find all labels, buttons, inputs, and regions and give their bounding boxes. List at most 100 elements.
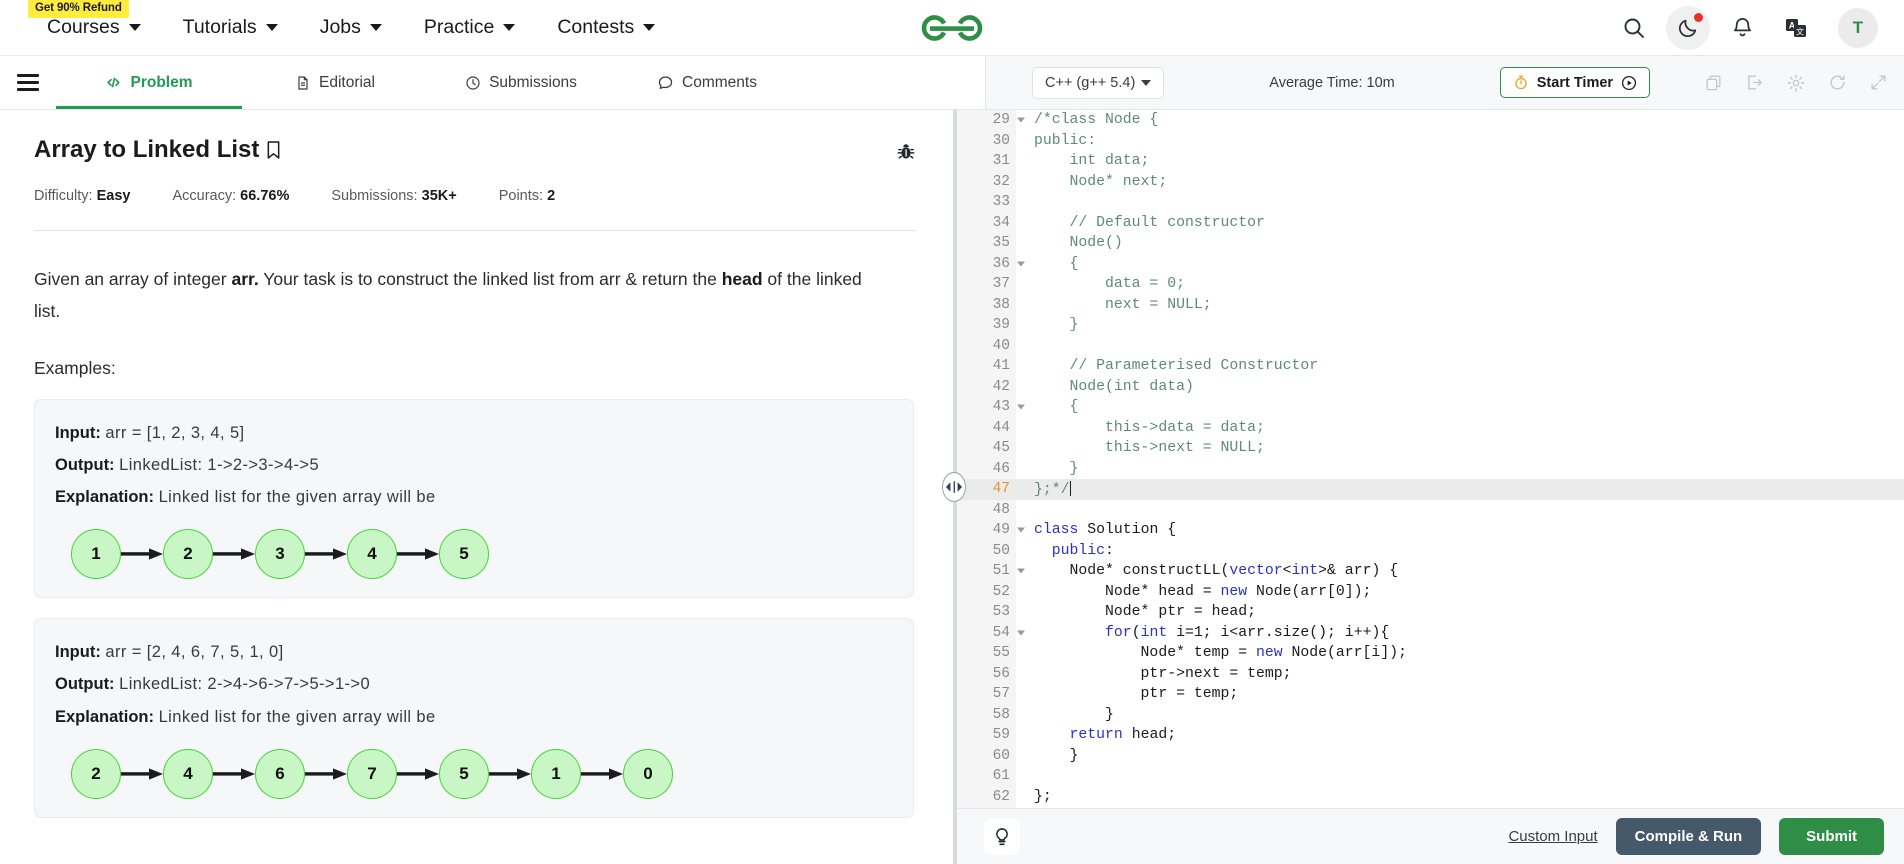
compile-and-run-button[interactable]: Compile & Run — [1616, 818, 1762, 855]
code-line[interactable]: 50 public: — [954, 541, 1904, 562]
line-content[interactable]: int data; — [1016, 151, 1904, 172]
geeksforgeeks-logo[interactable] — [919, 0, 985, 56]
fold-arrow-icon[interactable] — [1017, 118, 1025, 123]
custom-input-link[interactable]: Custom Input — [1508, 828, 1597, 845]
line-content[interactable] — [1016, 500, 1904, 521]
code-line[interactable]: 45 this->next = NULL; — [954, 438, 1904, 459]
nav-item-tutorials[interactable]: Tutorials — [162, 0, 299, 56]
search-icon[interactable] — [1612, 6, 1656, 50]
code-line[interactable]: 58 } — [954, 705, 1904, 726]
reset-icon[interactable] — [1828, 73, 1847, 92]
copy-icon[interactable] — [1704, 73, 1723, 92]
code-line[interactable]: 36 { — [954, 254, 1904, 275]
code-line[interactable]: 49class Solution { — [954, 520, 1904, 541]
line-content[interactable]: } — [1016, 746, 1904, 767]
line-content[interactable]: } — [1016, 705, 1904, 726]
hamburger-menu-icon[interactable] — [0, 56, 56, 109]
fold-arrow-icon[interactable] — [1017, 528, 1025, 533]
code-line[interactable]: 32 Node* next; — [954, 172, 1904, 193]
code-line[interactable]: 30public: — [954, 131, 1904, 152]
code-line[interactable]: 31 int data; — [954, 151, 1904, 172]
code-line[interactable]: 33 — [954, 192, 1904, 213]
code-line[interactable]: 42 Node(int data) — [954, 377, 1904, 398]
code-line[interactable]: 56 ptr->next = temp; — [954, 664, 1904, 685]
code-line[interactable]: 54 for(int i=1; i<arr.size(); i++){ — [954, 623, 1904, 644]
settings-gear-icon[interactable] — [1786, 73, 1806, 93]
line-content[interactable]: next = NULL; — [1016, 295, 1904, 316]
fold-arrow-icon[interactable] — [1017, 630, 1025, 635]
bug-report-icon[interactable] — [895, 141, 917, 168]
line-content[interactable]: };*/ — [1016, 479, 1904, 500]
line-content[interactable] — [1016, 766, 1904, 787]
code-line[interactable]: 41 // Parameterised Constructor — [954, 356, 1904, 377]
fold-arrow-icon[interactable] — [1017, 405, 1025, 410]
line-content[interactable]: this->next = NULL; — [1016, 438, 1904, 459]
bookmark-icon[interactable] — [266, 140, 281, 160]
code-line[interactable]: 61 — [954, 766, 1904, 787]
tab-submissions[interactable]: Submissions — [428, 56, 614, 109]
line-content[interactable]: Node* constructLL(vector<int>& arr) { — [1016, 561, 1904, 582]
line-content[interactable]: Node* ptr = head; — [1016, 602, 1904, 623]
nav-item-contests[interactable]: Contests — [536, 0, 676, 56]
fold-arrow-icon[interactable] — [1017, 261, 1025, 266]
line-content[interactable]: /*class Node { — [1016, 110, 1904, 131]
line-content[interactable]: ptr = temp; — [1016, 684, 1904, 705]
line-content[interactable]: ptr->next = temp; — [1016, 664, 1904, 685]
code-line[interactable]: 53 Node* ptr = head; — [954, 602, 1904, 623]
nav-item-practice[interactable]: Practice — [403, 0, 536, 56]
dark-mode-toggle-icon[interactable] — [1666, 6, 1710, 50]
line-content[interactable]: for(int i=1; i<arr.size(); i++){ — [1016, 623, 1904, 644]
tab-comments[interactable]: Comments — [614, 56, 800, 109]
nav-item-jobs[interactable]: Jobs — [299, 0, 403, 56]
code-line[interactable]: 29/*class Node { — [954, 110, 1904, 131]
line-content[interactable]: Node* head = new Node(arr[0]); — [1016, 582, 1904, 603]
line-content[interactable]: public: — [1016, 541, 1904, 562]
code-line[interactable]: 34 // Default constructor — [954, 213, 1904, 234]
line-content[interactable]: } — [1016, 459, 1904, 480]
submit-button[interactable]: Submit — [1779, 818, 1884, 855]
line-content[interactable]: data = 0; — [1016, 274, 1904, 295]
code-line[interactable]: 37 data = 0; — [954, 274, 1904, 295]
code-line[interactable]: 51 Node* constructLL(vector<int>& arr) { — [954, 561, 1904, 582]
tab-problem[interactable]: Problem — [56, 56, 242, 109]
line-content[interactable]: return head; — [1016, 725, 1904, 746]
line-content[interactable] — [1016, 192, 1904, 213]
code-line[interactable]: 38 next = NULL; — [954, 295, 1904, 316]
fold-arrow-icon[interactable] — [1017, 569, 1025, 574]
pane-resize-handle[interactable] — [947, 110, 961, 864]
code-line[interactable]: 47};*/ — [954, 479, 1904, 500]
line-content[interactable]: class Solution { — [1016, 520, 1904, 541]
expand-icon[interactable] — [1869, 73, 1888, 92]
code-line[interactable]: 55 Node* temp = new Node(arr[i]); — [954, 643, 1904, 664]
fullscreen-exit-icon[interactable] — [1745, 73, 1764, 92]
code-line[interactable]: 46 } — [954, 459, 1904, 480]
line-content[interactable]: { — [1016, 397, 1904, 418]
code-line[interactable]: 57 ptr = temp; — [954, 684, 1904, 705]
line-content[interactable]: // Parameterised Constructor — [1016, 356, 1904, 377]
line-content[interactable]: { — [1016, 254, 1904, 275]
code-line[interactable]: 39 } — [954, 315, 1904, 336]
code-line[interactable]: 62}; — [954, 787, 1904, 808]
code-line[interactable]: 60 } — [954, 746, 1904, 767]
code-line[interactable]: 43 { — [954, 397, 1904, 418]
tab-editorial[interactable]: Editorial — [242, 56, 428, 109]
language-selector[interactable]: C++ (g++ 5.4) — [1032, 67, 1164, 99]
code-line[interactable]: 63↔// } Driver Code Ends — [954, 807, 1904, 808]
start-timer-button[interactable]: Start Timer — [1500, 67, 1650, 98]
nav-item-courses[interactable]: Courses — [26, 0, 162, 56]
splitter-knob[interactable] — [942, 472, 966, 502]
line-content[interactable]: Node() — [1016, 233, 1904, 254]
lightbulb-hint-icon[interactable] — [984, 819, 1020, 855]
code-line[interactable]: 52 Node* head = new Node(arr[0]); — [954, 582, 1904, 603]
line-content[interactable]: } — [1016, 315, 1904, 336]
line-content[interactable] — [1016, 336, 1904, 357]
code-line[interactable]: 48 — [954, 500, 1904, 521]
code-line[interactable]: 35 Node() — [954, 233, 1904, 254]
line-content[interactable]: Node(int data) — [1016, 377, 1904, 398]
code-line[interactable]: 59 return head; — [954, 725, 1904, 746]
code-editor-scroll[interactable]: 29/*class Node {30public:31 int data;32 … — [954, 110, 1904, 808]
line-content[interactable]: ↔// } Driver Code Ends — [1016, 807, 1904, 808]
user-avatar[interactable]: T — [1838, 8, 1878, 48]
code-line[interactable]: 40 — [954, 336, 1904, 357]
line-content[interactable]: public: — [1016, 131, 1904, 152]
